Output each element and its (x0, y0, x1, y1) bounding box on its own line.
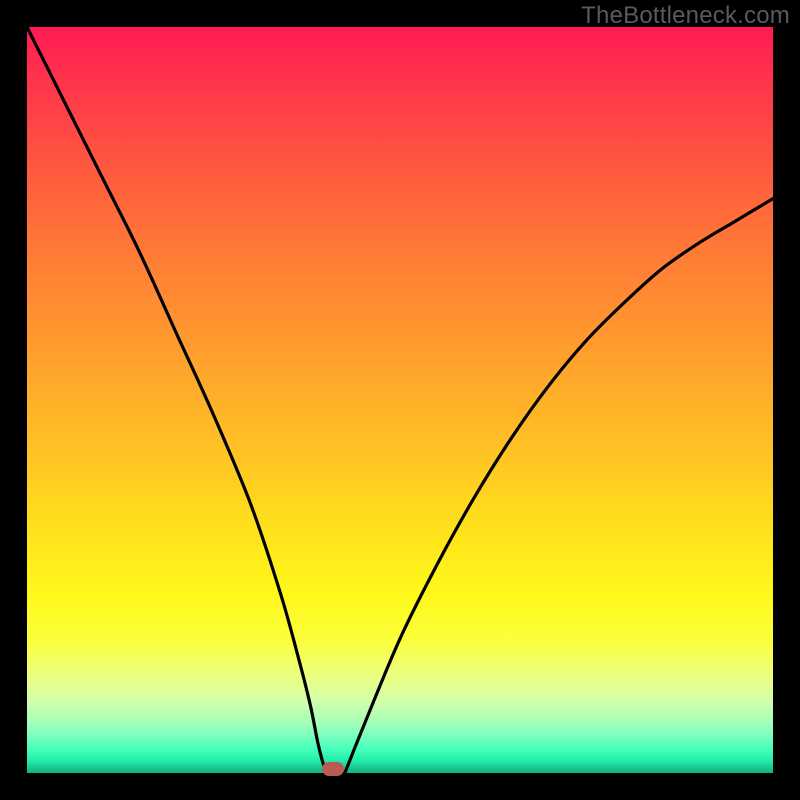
bottleneck-curve (27, 27, 773, 773)
chart-frame: TheBottleneck.com (0, 0, 800, 800)
watermark-label: TheBottleneck.com (581, 2, 790, 30)
plot-area (27, 27, 773, 773)
optimal-point-marker (322, 762, 344, 776)
